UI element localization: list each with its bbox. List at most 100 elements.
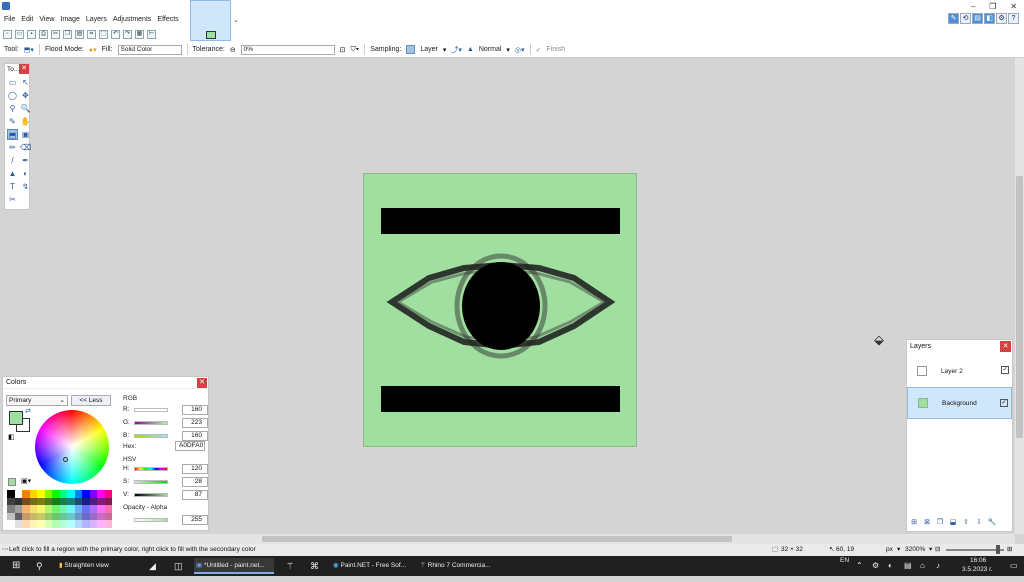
redo-icon[interactable]: ↷	[123, 29, 132, 39]
deselect-icon[interactable]: ⬚	[99, 29, 108, 39]
recolor-tool-icon[interactable]: ◐	[20, 168, 31, 179]
colors-panel-toggle-icon[interactable]: ◧	[984, 13, 995, 24]
palette-swatch[interactable]	[74, 505, 82, 513]
network-icon[interactable]: ⌂	[918, 558, 925, 574]
palette-swatch[interactable]	[14, 497, 22, 506]
palette-swatch[interactable]	[29, 505, 37, 513]
start-windows-icon[interactable]: ⊞	[10, 558, 20, 574]
less-button[interactable]: << Less	[71, 395, 111, 406]
zoom-value[interactable]: 3200%	[905, 544, 925, 556]
horizontal-scroll-thumb[interactable]	[262, 536, 732, 542]
red-slider[interactable]	[134, 407, 168, 412]
layers-panel-close-button[interactable]: ✕	[1000, 341, 1011, 352]
rectangle-select-tool-icon[interactable]: ▭	[7, 77, 18, 88]
palette-swatch[interactable]	[37, 512, 45, 521]
tab-list-chevron-icon[interactable]: ⌄	[233, 16, 239, 24]
text-tool-icon[interactable]: T	[7, 181, 18, 192]
color-palette[interactable]	[7, 490, 112, 528]
app-pinned-icon[interactable]: ◢	[147, 558, 156, 574]
palette-swatch[interactable]	[7, 490, 15, 498]
swap-colors-icon[interactable]: ⇄	[25, 407, 31, 415]
palette-swatch[interactable]	[14, 490, 22, 498]
saturation-value-field[interactable]: 28	[182, 476, 208, 487]
palette-swatch[interactable]	[59, 520, 67, 528]
save-file-icon[interactable]: ▪	[27, 29, 36, 39]
open-file-icon[interactable]: ▭	[15, 29, 24, 39]
palette-swatch[interactable]	[52, 512, 60, 521]
new-file-icon[interactable]: ▫	[3, 29, 12, 39]
shapes-tool-icon[interactable]: ✂	[7, 194, 18, 205]
palette-swatch[interactable]	[89, 505, 97, 513]
move-layer-up-icon[interactable]: ⇧	[961, 518, 971, 528]
palette-swatch[interactable]	[29, 490, 37, 498]
palette-swatch[interactable]	[82, 512, 90, 521]
palette-swatch[interactable]	[52, 505, 60, 513]
pan-tool-icon[interactable]: ✋	[20, 116, 31, 127]
palette-swatch[interactable]	[22, 497, 30, 506]
palette-swatch[interactable]	[7, 505, 15, 513]
palette-swatch[interactable]	[44, 505, 52, 513]
tray-app-icon[interactable]: ◐	[886, 558, 893, 574]
palette-swatch[interactable]	[82, 520, 90, 528]
move-selection-tool-icon[interactable]: ↖	[20, 77, 31, 88]
hue-slider[interactable]	[134, 466, 168, 471]
zoom-tool-icon[interactable]: 🔍	[20, 103, 31, 114]
palette-swatch[interactable]	[29, 497, 37, 506]
clock-date[interactable]: 3.5.2023 г.	[960, 566, 993, 582]
palette-swatch[interactable]	[44, 520, 52, 528]
tools-panel-toggle-icon[interactable]: ✎	[948, 13, 959, 24]
blue-value-field[interactable]: 160	[182, 430, 208, 441]
color-wheel[interactable]	[35, 410, 109, 484]
zoom-in-icon[interactable]: ⊞	[1007, 544, 1012, 556]
clone-stamp-tool-icon[interactable]: ▲	[7, 168, 18, 179]
layers-panel-toggle-icon[interactable]: ▤	[972, 13, 983, 24]
layer-row-background[interactable]: Background ✓	[907, 387, 1012, 419]
layer-row-layer-2[interactable]: Layer 2 ✓	[907, 355, 1012, 387]
palette-swatch[interactable]	[97, 497, 105, 506]
palette-swatch[interactable]	[59, 490, 67, 498]
palette-swatch[interactable]	[82, 505, 90, 513]
sampling-dropdown[interactable]: Layer	[420, 46, 438, 53]
blend-mode-dropdown[interactable]: Normal	[479, 46, 502, 53]
palette-swatch[interactable]	[104, 497, 112, 506]
palette-swatch[interactable]	[82, 497, 90, 506]
palette-swatch[interactable]	[74, 512, 82, 521]
app-pinned-icon[interactable]: ◫	[172, 558, 183, 574]
value-slider[interactable]	[134, 492, 168, 497]
palette-swatch[interactable]	[97, 512, 105, 521]
menu-image[interactable]: Image	[60, 16, 79, 23]
zoom-slider-thumb[interactable]	[996, 545, 1000, 554]
menu-layers[interactable]: Layers	[86, 16, 107, 23]
paste-icon[interactable]: ▤	[75, 29, 84, 39]
tray-chevron-icon[interactable]: ⌃	[854, 558, 863, 574]
notifications-icon[interactable]: ▭	[1008, 558, 1018, 574]
palette-swatch[interactable]	[37, 520, 45, 528]
tray-app-icon[interactable]: ▤	[902, 558, 912, 574]
palette-swatch[interactable]	[22, 490, 30, 498]
pencil-tool-icon[interactable]: /	[7, 155, 18, 166]
menu-edit[interactable]: Edit	[21, 16, 33, 23]
move-layer-down-icon[interactable]: ⇩	[974, 518, 984, 528]
curve-icon[interactable]: ⤴▾	[451, 45, 462, 55]
menu-effects[interactable]: Effects	[157, 16, 178, 23]
palette-swatch[interactable]	[44, 497, 52, 506]
palette-swatch[interactable]	[37, 497, 45, 506]
taskbar-item-browser[interactable]: ◉ Paint.NET - Free Sof...	[331, 558, 411, 574]
paint-bucket-tool-icon[interactable]: ⬒	[7, 129, 18, 140]
undo-icon[interactable]: ↶	[111, 29, 120, 39]
layer-visibility-checkbox[interactable]: ✓	[1001, 366, 1009, 374]
hue-value-field[interactable]: 120	[182, 463, 208, 474]
document-tab-untitled[interactable]	[190, 0, 231, 41]
ellipse-select-tool-icon[interactable]: ◯	[7, 90, 18, 101]
palette-swatch[interactable]	[44, 490, 52, 498]
vertical-scroll-thumb[interactable]	[1016, 176, 1023, 438]
primary-color-swatch[interactable]	[9, 411, 23, 425]
green-value-field[interactable]: 223	[182, 417, 208, 428]
blend-mode-chevron-icon[interactable]: ▾	[506, 46, 510, 54]
image-canvas[interactable]	[363, 173, 637, 447]
selection-mode-icon[interactable]: ◎▾	[515, 46, 525, 54]
layer-properties-icon[interactable]: 🔧	[987, 518, 997, 528]
help-icon[interactable]: ?	[1008, 13, 1019, 24]
palette-swatch[interactable]	[89, 497, 97, 506]
add-to-palette-icon[interactable]	[8, 478, 16, 486]
